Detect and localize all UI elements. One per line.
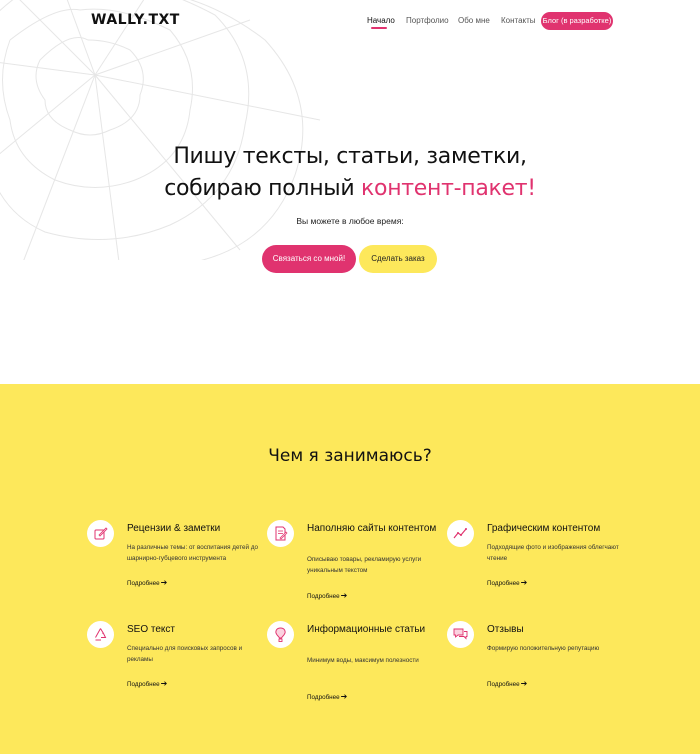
read-more-link[interactable]: Подробнее➔ bbox=[487, 578, 527, 587]
service-title: Рецензии & заметки bbox=[127, 523, 221, 534]
hero-headline-line2: собираю полный контент-пакет! bbox=[0, 176, 700, 201]
service-title: Графическим контентом bbox=[487, 523, 601, 534]
arrow-right-icon: ➔ bbox=[520, 679, 528, 688]
service-title: Информационные статьи bbox=[307, 624, 426, 635]
hero-section: WALLY.TXT Начало Портфолио Обо мне Конта… bbox=[0, 0, 700, 384]
arrow-right-icon: ➔ bbox=[340, 591, 348, 600]
chat-bubbles-icon bbox=[447, 621, 474, 648]
service-description: Подходящие фото и изображения облегчают … bbox=[487, 544, 619, 562]
hero-headline-line1: Пишу тексты, статьи, заметки, bbox=[173, 144, 527, 169]
hero-headline-plain: собираю полный bbox=[164, 176, 362, 201]
service-title: Наполняю сайты контентом bbox=[307, 523, 437, 534]
document-edit-icon bbox=[267, 520, 294, 547]
hero-headline-accent: контент-пакет! bbox=[361, 176, 536, 201]
services-section: Чем я занимаюсь? Рецензии & заметки На р… bbox=[0, 384, 700, 754]
blog-button[interactable]: Блог (в разработке) bbox=[541, 12, 613, 30]
nav-item-contacts[interactable]: Контакты bbox=[501, 16, 536, 25]
read-more-label: Подробнее bbox=[127, 681, 160, 688]
read-more-link[interactable]: Подробнее➔ bbox=[127, 679, 167, 688]
nav-item-home[interactable]: Начало bbox=[367, 16, 395, 25]
line-chart-icon bbox=[447, 520, 474, 547]
read-more-label: Подробнее bbox=[127, 580, 160, 587]
contact-me-button[interactable]: Связаться со мной! bbox=[262, 245, 356, 273]
service-title: Отзывы bbox=[487, 624, 524, 635]
read-more-link[interactable]: Подробнее➔ bbox=[487, 679, 527, 688]
hero-subtext: Вы можете в любое время: bbox=[296, 216, 404, 226]
read-more-link[interactable]: Подробнее➔ bbox=[307, 692, 347, 701]
arrow-right-icon: ➔ bbox=[160, 578, 168, 587]
pencil-paper-icon bbox=[87, 520, 114, 547]
recycle-icon bbox=[87, 621, 114, 648]
read-more-label: Подробнее bbox=[307, 593, 340, 600]
arrow-right-icon: ➔ bbox=[160, 679, 168, 688]
service-title: SEO текст bbox=[127, 624, 175, 635]
site-logo[interactable]: WALLY.TXT bbox=[91, 12, 180, 28]
arrow-right-icon: ➔ bbox=[340, 692, 348, 701]
read-more-label: Подробнее bbox=[487, 580, 520, 587]
read-more-link[interactable]: Подробнее➔ bbox=[127, 578, 167, 587]
hot-air-balloon-icon bbox=[267, 621, 294, 648]
nav-item-about[interactable]: Обо мне bbox=[458, 16, 490, 25]
service-description: Минимум воды, максимум полезности bbox=[307, 657, 419, 664]
make-order-button[interactable]: Сделать заказ bbox=[359, 245, 437, 273]
service-description: Формирую положительную репутацию bbox=[487, 645, 600, 652]
active-nav-indicator bbox=[371, 27, 387, 29]
service-description: Описываю товары, рекламирую услуги уника… bbox=[307, 556, 422, 574]
arrow-right-icon: ➔ bbox=[520, 578, 528, 587]
services-title: Чем я занимаюсь? bbox=[268, 446, 432, 466]
top-navigation: WALLY.TXT Начало Портфолио Обо мне Конта… bbox=[0, 0, 700, 42]
nav-item-portfolio[interactable]: Портфолио bbox=[406, 16, 449, 25]
service-description: На различные темы: от воспитания детей д… bbox=[127, 544, 258, 562]
read-more-link[interactable]: Подробнее➔ bbox=[307, 591, 347, 600]
service-description: Специально для поисковых запросов и рекл… bbox=[127, 645, 243, 663]
read-more-label: Подробнее bbox=[307, 694, 340, 701]
read-more-label: Подробнее bbox=[487, 681, 520, 688]
